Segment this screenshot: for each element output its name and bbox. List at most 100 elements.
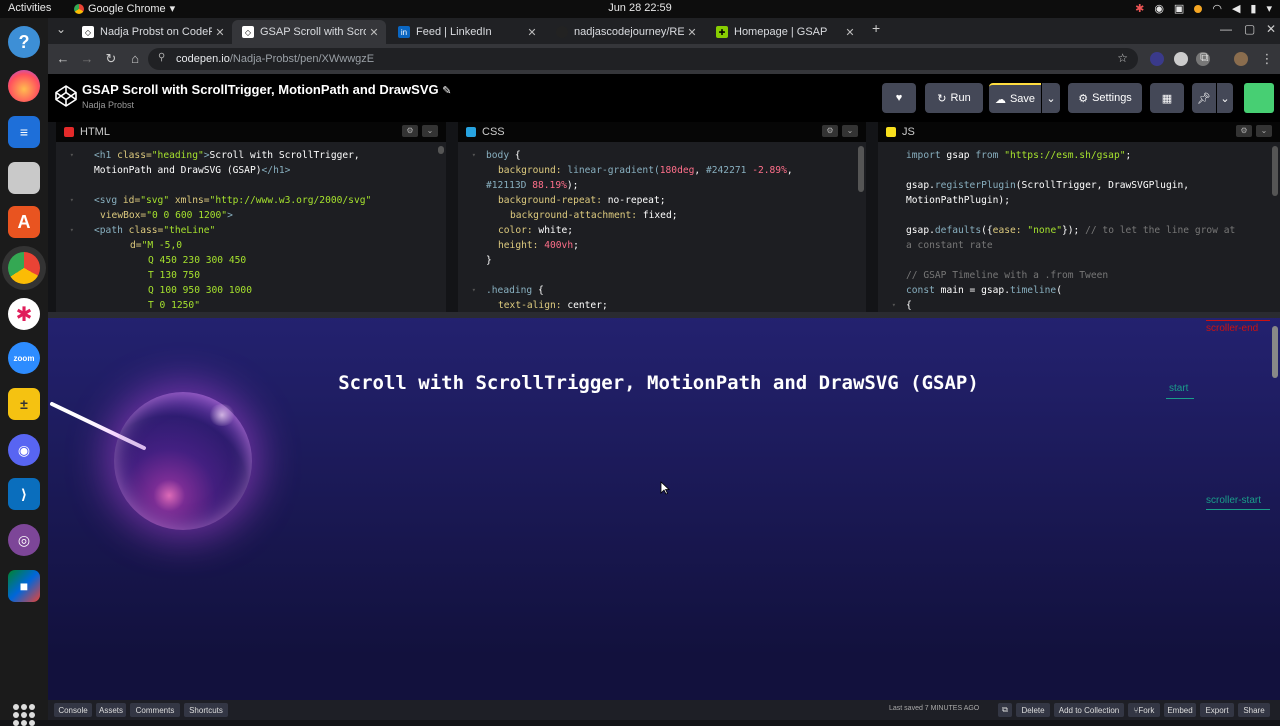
chrome-dock-icon[interactable]	[8, 252, 40, 284]
browser-tab[interactable]: in Feed | LinkedIn ✕	[388, 20, 544, 44]
firefox-icon[interactable]	[8, 70, 40, 102]
gear-icon[interactable]: ⚙	[402, 125, 418, 137]
chevron-down-icon[interactable]: ⌄	[422, 125, 438, 137]
home-icon[interactable]: ⌂	[126, 51, 144, 66]
external-link-button[interactable]: ⧉	[998, 703, 1012, 717]
embed-button[interactable]: Embed	[1164, 703, 1196, 717]
app-menu[interactable]: Google Chrome ▾	[74, 2, 175, 15]
forward-icon[interactable]: →	[78, 51, 96, 66]
close-tab-icon[interactable]: ✕	[366, 26, 382, 39]
back-icon[interactable]: ←	[54, 51, 72, 66]
shortcuts-button[interactable]: Shortcuts	[184, 703, 228, 717]
close-tab-icon[interactable]: ✕	[684, 26, 700, 39]
css-code[interactable]: ▾ body { background: linear-gradient(180d…	[458, 142, 866, 312]
vscode-icon[interactable]: ⟩	[8, 478, 40, 510]
system-top-bar: Activities Google Chrome ▾ Jun 28 22:59 …	[0, 0, 1280, 18]
bookmark-star-icon[interactable]: ☆	[1117, 51, 1128, 65]
gsap-icon: ✚	[716, 26, 728, 38]
new-tab-icon[interactable]: +	[872, 20, 880, 36]
zoom-icon[interactable]: zoom	[8, 342, 40, 374]
tab-search-icon[interactable]: ⌄	[56, 22, 66, 36]
html-code[interactable]: ▾ <h1 class="heading">Scroll with ScrollT…	[56, 142, 446, 312]
js-badge-icon	[886, 127, 896, 137]
battery-icon[interactable]: ▮	[1250, 2, 1256, 15]
share-button[interactable]: Share	[1238, 703, 1270, 717]
extensions-puzzle-icon[interactable]: ⧉	[1200, 50, 1214, 64]
pen-title[interactable]: GSAP Scroll with ScrollTrigger, MotionPa…	[82, 82, 451, 97]
software-center-icon[interactable]: A	[8, 206, 40, 238]
calculator-icon[interactable]: ±	[8, 388, 40, 420]
power-menu-icon[interactable]: ▾	[1266, 2, 1272, 15]
preview-heading: Scroll with ScrollTrigger, MotionPath an…	[338, 372, 979, 394]
extension-pen-icon[interactable]	[1150, 52, 1164, 66]
user-avatar[interactable]	[1244, 83, 1274, 113]
pen-author[interactable]: Nadja Probst	[82, 100, 134, 110]
help-icon[interactable]: ?	[8, 26, 40, 58]
pin-button[interactable]: 📌︎	[1192, 83, 1216, 113]
dock: ? ≡ A ✱ zoom ± ◉ ⟩ ◎ ■	[0, 18, 48, 726]
html-editor[interactable]: HTML ⚙ ⌄ ▾ <h1 class="heading">Scroll wit…	[56, 122, 446, 312]
close-window-icon[interactable]: ✕	[1266, 22, 1276, 36]
volume-icon[interactable]: ◀	[1232, 2, 1240, 15]
extension-circle-icon[interactable]	[1174, 52, 1188, 66]
show-applications-icon[interactable]	[13, 704, 35, 726]
browser-tab[interactable]: ✚ Homepage | GSAP ✕	[706, 20, 862, 44]
chevron-down-icon[interactable]: ⌄	[842, 125, 858, 137]
gear-icon[interactable]: ⚙	[822, 125, 838, 137]
js-code[interactable]: import gsap from "https://esm.sh/gsap"; …	[878, 142, 1280, 312]
activities-button[interactable]: Activities	[8, 2, 51, 14]
save-options-dropdown[interactable]: ⌄	[1042, 83, 1060, 113]
js-editor[interactable]: JS ⚙ ⌄ import gsap from "https://esm.sh/…	[878, 122, 1280, 312]
google-meet-icon[interactable]: ■	[8, 570, 40, 602]
profile-avatar[interactable]	[1234, 52, 1248, 66]
save-button[interactable]: ☁ Save	[989, 83, 1041, 113]
result-preview[interactable]: Scroll with ScrollTrigger, MotionPath an…	[48, 318, 1280, 700]
html-editor-header: HTML ⚙ ⌄	[56, 122, 446, 142]
export-button[interactable]: Export	[1200, 703, 1234, 717]
assets-button[interactable]: Assets	[96, 703, 126, 717]
preview-scrollbar[interactable]	[1272, 326, 1278, 378]
linkedin-icon: in	[398, 26, 410, 38]
scrollbar[interactable]	[858, 146, 864, 192]
edit-pencil-icon[interactable]: ✎	[442, 85, 451, 97]
scrollbar[interactable]	[438, 146, 444, 154]
tor-browser-icon[interactable]: ◎	[8, 524, 40, 556]
reload-icon[interactable]: ↻	[102, 51, 120, 67]
maximize-window-icon[interactable]: ▢	[1244, 22, 1255, 36]
browser-tab-active[interactable]: ◇ GSAP Scroll with ScrollTr ✕	[232, 20, 386, 44]
clock[interactable]: Jun 28 22:59	[600, 2, 680, 14]
slack-tray-icon[interactable]: ✱	[1135, 2, 1144, 15]
slack-icon[interactable]: ✱	[8, 298, 40, 330]
chrome-menu-icon[interactable]: ⋮	[1258, 51, 1276, 67]
console-button[interactable]: Console	[54, 703, 92, 717]
close-tab-icon[interactable]: ✕	[842, 26, 858, 39]
css-editor[interactable]: CSS ⚙ ⌄ ▾ body { background: linear-gradi…	[458, 122, 866, 312]
wifi-icon[interactable]: ◠	[1212, 2, 1222, 15]
chevron-down-icon[interactable]: ⌄	[1256, 125, 1272, 137]
love-button[interactable]: ♥	[882, 83, 916, 113]
minimize-window-icon[interactable]: —	[1220, 22, 1232, 36]
pin-dropdown[interactable]: ⌄	[1217, 83, 1233, 113]
codepen-logo-icon[interactable]	[54, 84, 78, 108]
delete-button[interactable]: Delete	[1016, 703, 1050, 717]
comments-button[interactable]: Comments	[130, 703, 180, 717]
discord-tray-icon[interactable]: ◉	[1154, 2, 1164, 15]
scrollbar[interactable]	[1272, 146, 1278, 196]
system-tray[interactable]: ✱ ◉ ▣ ◠ ◀ ▮ ▾	[1135, 2, 1272, 15]
add-to-collection-button[interactable]: Add to Collection	[1054, 703, 1124, 717]
address-bar[interactable]: ⚲ codepen.io/Nadja-Probst/pen/XWwwgzE ☆	[148, 48, 1138, 70]
files-icon[interactable]	[8, 162, 40, 194]
fork-button[interactable]: ⑂ Fork	[1128, 703, 1160, 717]
run-button[interactable]: ↻ Run	[925, 83, 983, 113]
browser-tab[interactable]: ◇ Nadja Probst on CodePe ✕	[72, 20, 232, 44]
libreoffice-writer-icon[interactable]: ≡	[8, 116, 40, 148]
settings-button[interactable]: ⚙ Settings	[1068, 83, 1142, 113]
discord-icon[interactable]: ◉	[8, 434, 40, 466]
browser-tab[interactable]: nadjascodejourney/REA ✕	[546, 20, 704, 44]
close-tab-icon[interactable]: ✕	[524, 26, 540, 39]
network-tray-icon[interactable]: ▣	[1174, 2, 1184, 15]
gear-icon[interactable]: ⚙	[1236, 125, 1252, 137]
close-tab-icon[interactable]: ✕	[212, 26, 228, 39]
site-info-icon[interactable]: ⚲	[158, 52, 165, 63]
change-view-button[interactable]: ▦	[1150, 83, 1184, 113]
